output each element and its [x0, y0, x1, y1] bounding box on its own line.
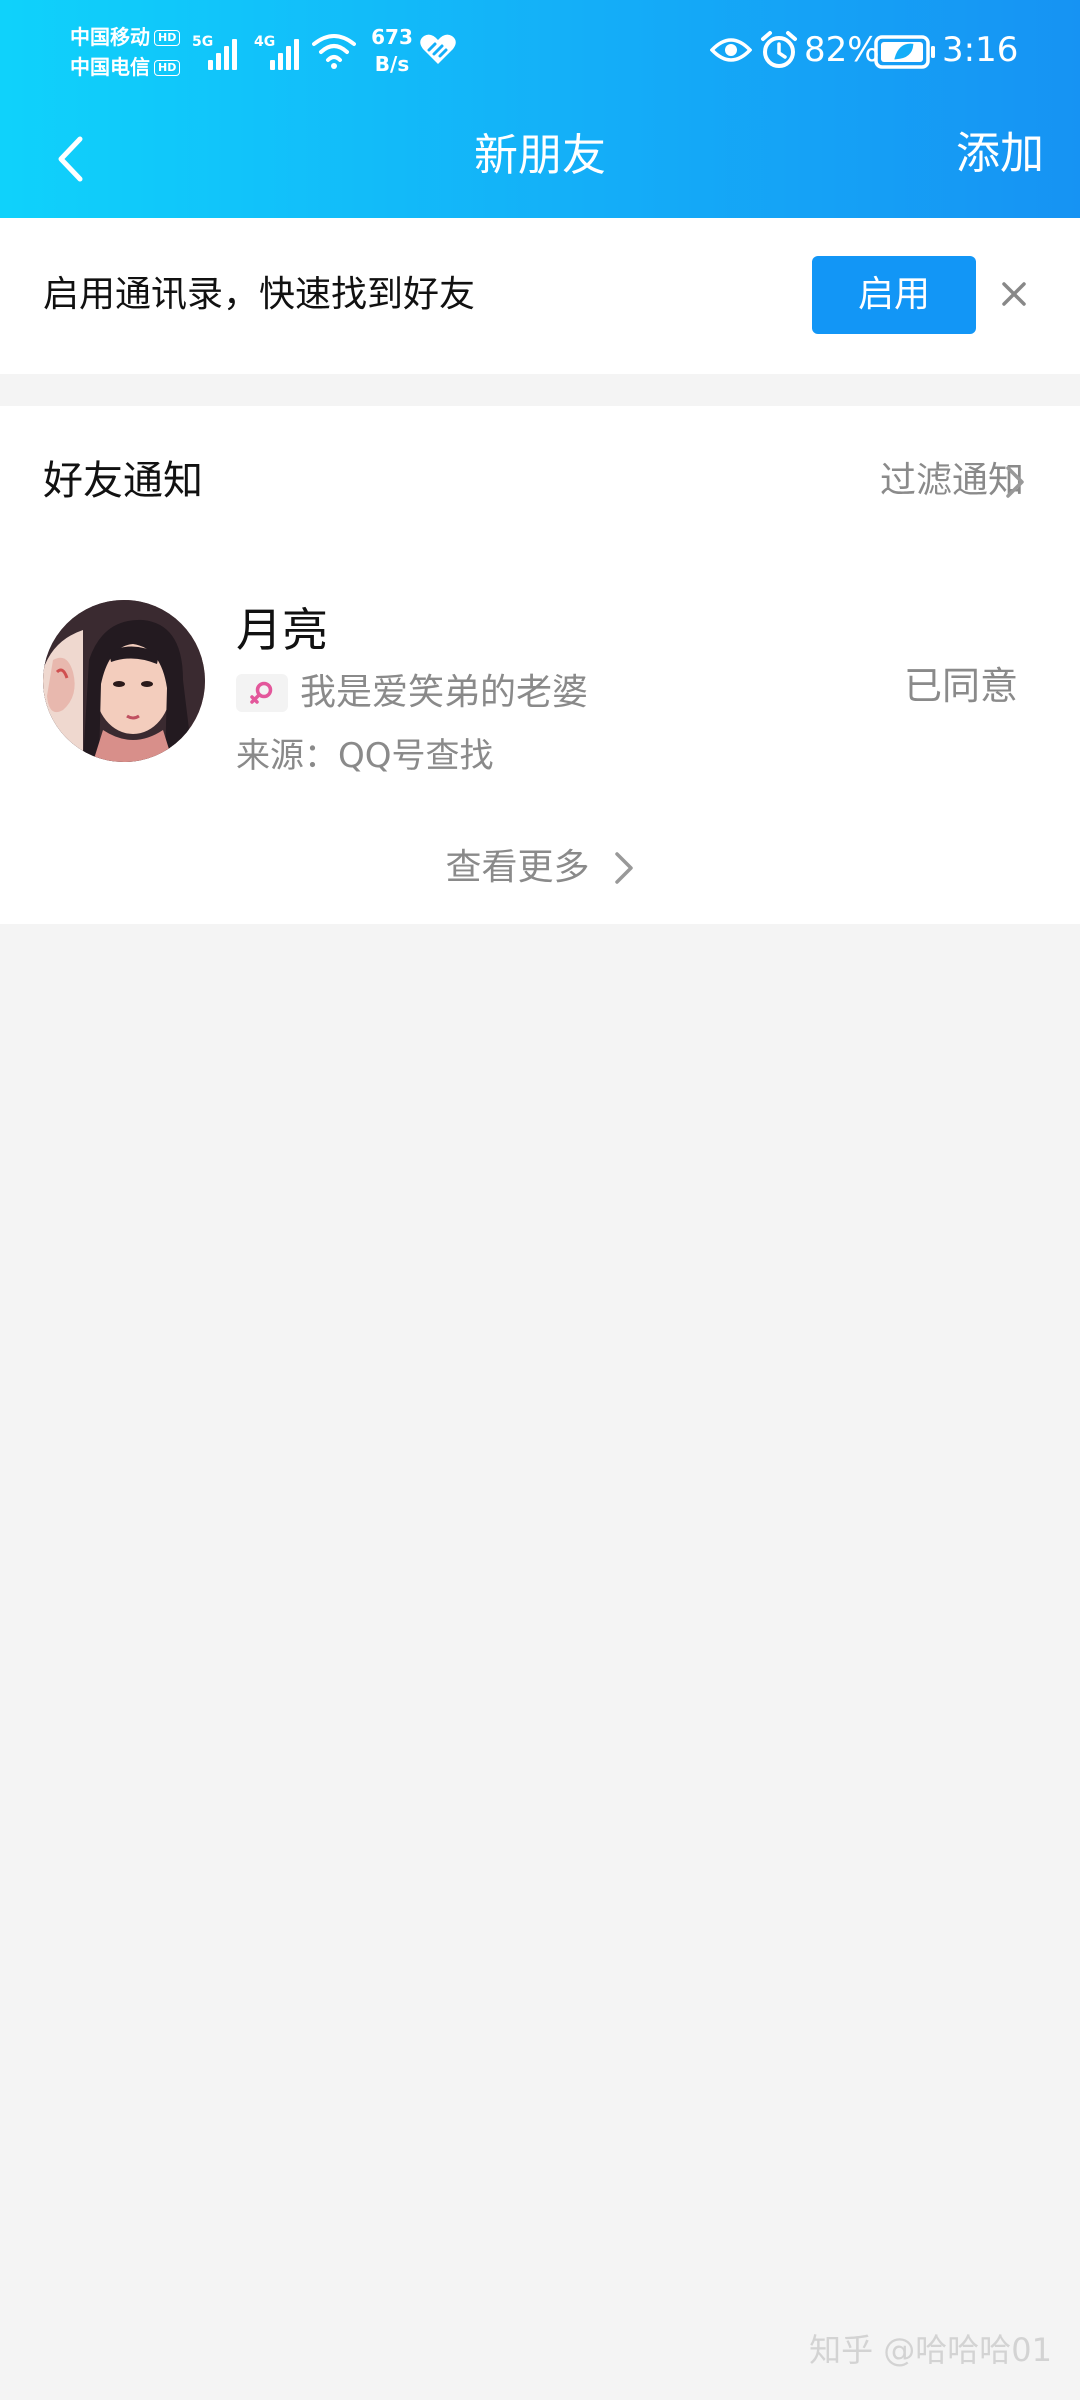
avatar-image	[43, 600, 205, 762]
heart-icon	[420, 34, 456, 64]
network-speed: 673 B/s	[362, 24, 422, 78]
see-more-button[interactable]: 查看更多	[0, 840, 1080, 896]
status-time: 3:16	[942, 30, 1019, 70]
chevron-right-icon[interactable]	[1004, 464, 1026, 500]
gender-badge	[236, 674, 288, 712]
nav-bar: 新朋友 添加	[0, 104, 1080, 218]
request-message: 我是爱笑弟的老婆	[300, 672, 589, 713]
hd-badge: HD	[154, 60, 181, 76]
hd-badge: HD	[154, 30, 181, 46]
battery-percentage: 82%	[804, 30, 880, 70]
carrier-info: 中国移动 HD 中国电信 HD	[70, 22, 190, 82]
app-header: 中国移动 HD 中国电信 HD 5G 4G 673 B/s 82% 3:16 新…	[0, 0, 1080, 218]
network-speed-unit: B/s	[374, 52, 410, 76]
network-speed-value: 673	[371, 25, 413, 49]
eye-icon	[710, 38, 752, 62]
request-source: 来源：QQ号查找	[236, 736, 494, 776]
friend-request-item[interactable]: 月亮 我是爱笑弟的老婆 来源：QQ号查找 已同意	[0, 586, 1080, 776]
alarm-clock-icon	[761, 31, 797, 68]
status-bar: 中国移动 HD 中国电信 HD 5G 4G 673 B/s 82% 3:16	[0, 0, 1080, 104]
carrier-1: 中国移动 HD	[70, 22, 190, 52]
contacts-sync-prompt: 启用通讯录，快速找到好友	[43, 274, 476, 315]
contacts-sync-banner: 启用通讯录，快速找到好友 启用	[0, 218, 1080, 374]
see-more-label: 查看更多	[445, 847, 590, 888]
request-status: 已同意	[903, 664, 1018, 708]
carrier-2: 中国电信 HD	[70, 52, 190, 82]
wifi-icon	[312, 34, 356, 69]
avatar[interactable]	[43, 600, 205, 762]
signal-5g-icon: 5G	[192, 34, 248, 70]
signal-4g-icon: 4G	[254, 34, 310, 70]
chevron-right-icon	[614, 852, 633, 884]
friend-notifications-section: 好友通知 过滤通知 月亮 我是爱笑弟的老婆 来源：QQ号查找 已同意 查看更多	[0, 406, 1080, 924]
friend-name: 月亮	[236, 603, 328, 657]
page-title: 新朋友	[474, 130, 606, 181]
battery-icon	[874, 35, 935, 69]
carrier-1-label: 中国移动	[70, 25, 150, 49]
enable-contacts-button[interactable]: 启用	[812, 256, 976, 334]
filter-notifications-link[interactable]: 过滤通知	[880, 456, 1024, 506]
carrier-2-label: 中国电信	[70, 55, 150, 79]
section-title: 好友通知	[43, 458, 203, 504]
watermark: 知乎 @哈哈哈01	[809, 2331, 1052, 2369]
close-banner-icon[interactable]	[994, 274, 1034, 314]
female-gender-icon	[250, 681, 273, 704]
add-friend-button[interactable]: 添加	[956, 126, 1044, 182]
